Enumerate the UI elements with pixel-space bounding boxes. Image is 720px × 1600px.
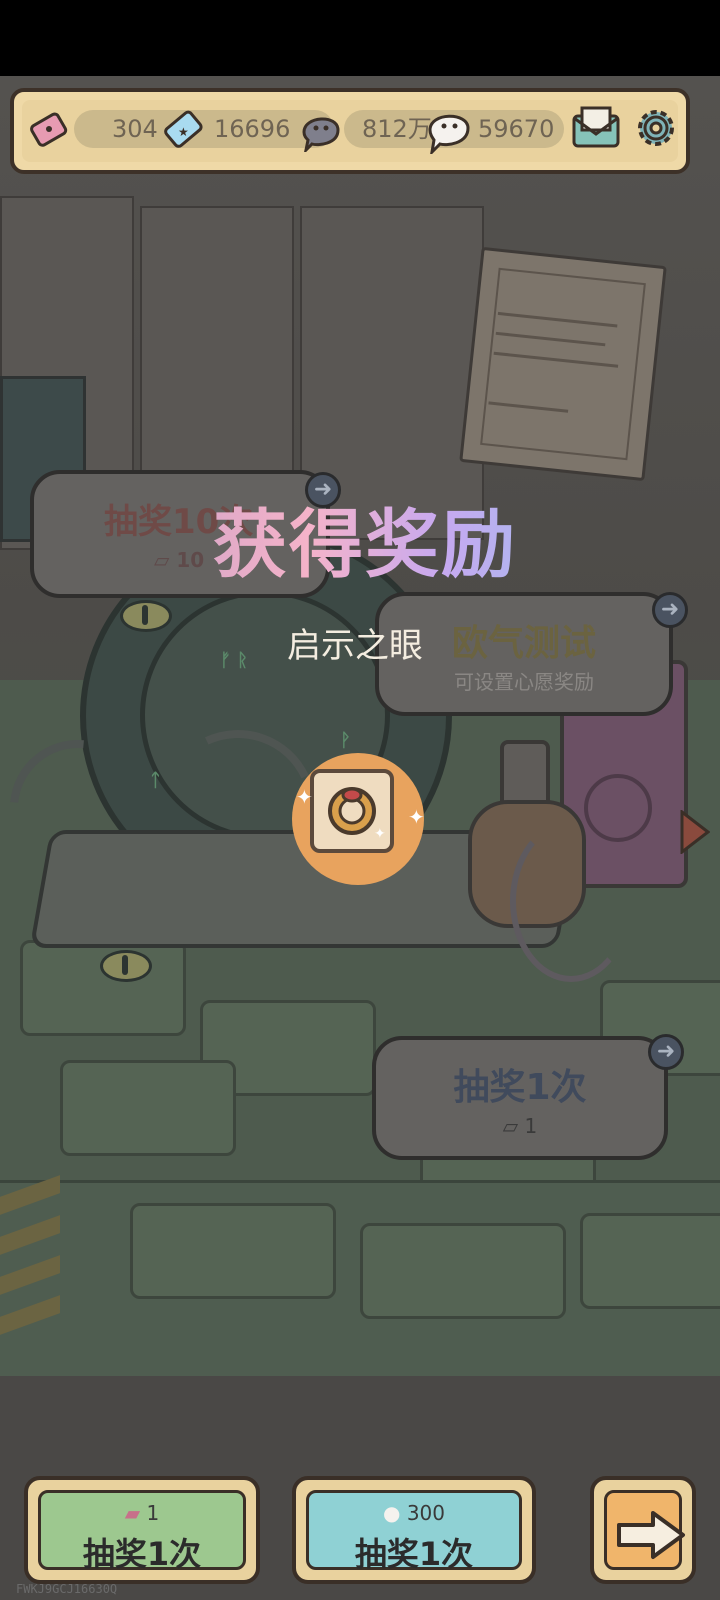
sparkle-icon: ✦ — [408, 805, 425, 829]
arrow-right-icon — [617, 1511, 685, 1559]
soul-draw-cost: ● 300 — [383, 1501, 445, 1525]
ticket-icon[interactable] — [28, 108, 72, 152]
sparkle-icon: ✦ — [374, 826, 386, 842]
tube — [510, 820, 632, 982]
ticket-icon: ▱ — [502, 1114, 519, 1138]
ticket-icon: ▱ — [154, 548, 170, 572]
light-soul-icon[interactable] — [424, 104, 474, 154]
draw-1-bubble[interactable]: 抽奖1次 ▱ 1 — [372, 1036, 668, 1160]
dark-soul-icon[interactable] — [298, 106, 344, 152]
ticket-draw-button[interactable]: ▰ 1 抽奖1次 — [24, 1476, 260, 1584]
reward-item-name: 启示之眼 — [287, 626, 423, 666]
soul-icon: ● — [383, 1501, 401, 1525]
settings-gear-icon[interactable] — [630, 102, 682, 154]
scroll-right-icon[interactable] — [680, 810, 710, 854]
sparkle-icon: ✦ — [296, 785, 313, 809]
ticket-draw-label: 抽奖1次 — [82, 1535, 202, 1573]
ticket-count: 304 — [112, 115, 158, 143]
wall-certificate — [459, 246, 667, 482]
draw-1-title: 抽奖1次 — [453, 1067, 587, 1108]
svg-text:★: ★ — [178, 125, 189, 139]
draw-1-arrow-icon[interactable]: ➜ — [648, 1034, 684, 1070]
eye-icon — [100, 950, 152, 982]
ticket-draw-cost: ▰ 1 — [124, 1501, 160, 1525]
gem-count: 16696 — [214, 115, 291, 143]
table-front — [0, 1180, 720, 1403]
soul-draw-button[interactable]: ● 300 抽奖1次 — [292, 1476, 536, 1584]
mail-icon[interactable] — [570, 102, 622, 154]
reward-title: 获得奖励 — [175, 495, 555, 595]
dark-soul-count: 812万 — [362, 115, 432, 143]
luck-test-subtitle: 可设置心愿奖励 — [454, 670, 594, 694]
status-bar — [0, 0, 720, 76]
resource-bar: 304 ★ 16696 812万 59670 — [10, 88, 690, 174]
gem-icon[interactable]: ★ — [160, 106, 208, 154]
watermark: FWKJ9GCJ16630Q — [16, 1582, 118, 1596]
next-button[interactable] — [590, 1476, 696, 1584]
soul-draw-label: 抽奖1次 — [354, 1535, 474, 1573]
eye-icon — [120, 600, 172, 632]
draw-1-cost: ▱ 1 — [502, 1114, 538, 1138]
luck-test-arrow-icon[interactable]: ➜ — [652, 592, 688, 628]
ticket-icon: ▰ — [124, 1501, 141, 1525]
light-soul-count: 59670 — [478, 115, 555, 143]
